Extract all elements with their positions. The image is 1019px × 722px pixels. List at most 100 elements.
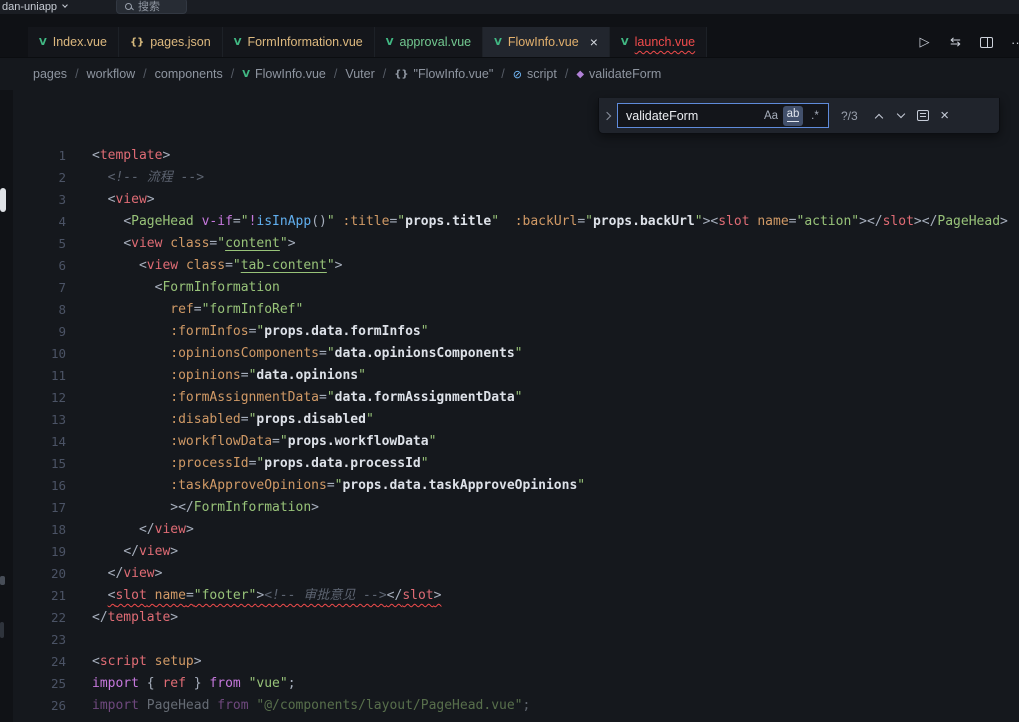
tab-approval.vue[interactable]: Vapproval.vue (375, 27, 483, 57)
code-line[interactable]: 4 <PageHead v-if="!isInApp()" :title="pr… (0, 211, 1019, 233)
code-token: name (757, 214, 788, 229)
code-line[interactable]: 22</template> (0, 607, 1019, 629)
code-token: ></ (170, 500, 193, 515)
code-line[interactable]: 6 <view class="tab-content"> (0, 255, 1019, 277)
code-token: </ (108, 566, 124, 581)
code-token: :processId (170, 456, 248, 471)
code-token: " (280, 236, 288, 251)
code-token: > (162, 148, 170, 163)
code-token: < (123, 214, 131, 229)
tab-launch.vue[interactable]: Vlaunch.vue (610, 27, 707, 57)
code-token: :formAssignmentData (170, 390, 319, 405)
code-token (178, 258, 186, 273)
breadcrumb-item[interactable]: components (155, 67, 223, 81)
find-in-selection-button[interactable] (912, 105, 934, 127)
code-token: = (327, 478, 335, 493)
code-token: " (241, 214, 249, 229)
find-input[interactable]: validateForm Aa ab .* (617, 103, 829, 128)
breadcrumb-item[interactable]: VFlowInfo.vue (242, 67, 326, 81)
code-line[interactable]: 8 ref="formInfoRef" (0, 299, 1019, 321)
code-line[interactable]: 3 <view> (0, 189, 1019, 211)
code-line[interactable]: 2 <!-- 流程 --> (0, 167, 1019, 189)
code-line[interactable]: 9 :formInfos="props.data.formInfos" (0, 321, 1019, 343)
code-line[interactable]: 26import PageHead from "@/components/lay… (0, 695, 1019, 717)
regex-button[interactable]: .* (805, 106, 825, 126)
editor-actions: ▷ ⇆ ··· (917, 27, 1019, 57)
code-token: = (577, 214, 585, 229)
code-token: view (131, 236, 162, 251)
code-line-content: ></FormInformation> (66, 497, 319, 519)
find-toggle-replace-button[interactable] (599, 98, 614, 133)
code-line[interactable]: 20 </view> (0, 563, 1019, 585)
whole-word-button[interactable]: ab (783, 106, 803, 126)
code-token: = (319, 346, 327, 361)
find-next-button[interactable] (890, 105, 912, 127)
breadcrumb-item[interactable]: pages (33, 67, 67, 81)
code-line[interactable]: 23 (0, 629, 1019, 651)
tab-close-icon[interactable]: × (590, 35, 598, 49)
code-token: view (123, 566, 154, 581)
editor-pane[interactable]: 1<template>2 <!-- 流程 -->3 <view>4 <PageH… (0, 90, 1019, 722)
code-line[interactable]: 24<script setup> (0, 651, 1019, 673)
code-token: >< (703, 214, 719, 229)
search-icon (125, 3, 132, 10)
title-search-box[interactable]: 搜索 (116, 0, 187, 14)
code-line-content: <FormInformation (66, 277, 280, 299)
breadcrumb-item[interactable]: Vuter (345, 67, 374, 81)
code-line[interactable]: 12 :formAssignmentData="data.formAssignm… (0, 387, 1019, 409)
code-line[interactable]: 13 :disabled="props.disabled" (0, 409, 1019, 431)
code-line[interactable]: 1<template> (0, 145, 1019, 167)
code-token: = (225, 258, 233, 273)
find-previous-button[interactable] (868, 105, 890, 127)
code-token: tab-content (241, 258, 327, 273)
more-icon[interactable]: ··· (1010, 35, 1019, 50)
code-line[interactable]: 16 :taskApproveOpinions="props.data.task… (0, 475, 1019, 497)
tab-FlowInfo.vue[interactable]: VFlowInfo.vue× (483, 27, 610, 57)
breadcrumb-item[interactable]: ◆validateForm (576, 67, 661, 81)
code-token: " (327, 346, 335, 361)
breadcrumb-item[interactable]: ⊘script (513, 67, 557, 81)
code-line[interactable]: 7 <FormInformation (0, 277, 1019, 299)
code-line[interactable]: 19 </view> (0, 541, 1019, 563)
code-line-content: :processId="props.data.processId" (66, 453, 429, 475)
breadcrumb-item[interactable]: {}"FlowInfo.vue" (394, 67, 493, 81)
code-token: } (194, 676, 202, 691)
code-token: props.data.taskApproveOpinions (342, 478, 577, 493)
code-token: PageHead (147, 698, 210, 713)
code-line[interactable]: 21 <slot name="footer"><!-- 审批意见 --></sl… (0, 585, 1019, 607)
find-in-selection-icon (917, 110, 929, 121)
tab-pages.json[interactable]: {}pages.json (119, 27, 223, 57)
code-token: " (397, 214, 405, 229)
code-line[interactable]: 25import { ref } from "vue"; (0, 673, 1019, 695)
code-token (139, 676, 147, 691)
code-token: = (233, 214, 241, 229)
open-changes-icon[interactable]: ⇆ (948, 34, 963, 50)
code-line-content: import { ref } from "vue"; (66, 673, 296, 695)
code-token (139, 698, 147, 713)
code-token: = (186, 588, 194, 603)
code-line[interactable]: 11 :opinions="data.opinions" (0, 365, 1019, 387)
code-line[interactable]: 5 <view class="content"> (0, 233, 1019, 255)
code-token: PageHead (937, 214, 1000, 229)
title-bar: dan-uniapp 搜索 (0, 0, 1019, 14)
code-token: FormInformation (194, 500, 311, 515)
code-token: </ (387, 588, 403, 603)
split-editor-icon[interactable] (979, 37, 994, 48)
code-line[interactable]: 10 :opinionsComponents="data.opinionsCom… (0, 343, 1019, 365)
code-line[interactable]: 14 :workflowData="props.workflowData" (0, 431, 1019, 453)
code-line[interactable]: 15 :processId="props.data.processId" (0, 453, 1019, 475)
find-query-text: validateForm (626, 109, 759, 123)
code-token: :formInfos (170, 324, 248, 339)
code-line[interactable]: 17 ></FormInformation> (0, 497, 1019, 519)
code-line[interactable]: 18 </view> (0, 519, 1019, 541)
run-icon[interactable]: ▷ (917, 34, 932, 50)
code-token: "footer" (194, 588, 257, 603)
match-case-button[interactable]: Aa (761, 106, 781, 126)
find-close-button[interactable]: × (934, 105, 956, 127)
code-token: import (92, 698, 139, 713)
tab-Index.vue[interactable]: VIndex.vue (28, 27, 119, 57)
tab-FormInformation.vue[interactable]: VFormInformation.vue (223, 27, 375, 57)
breadcrumb-item[interactable]: workflow (87, 67, 136, 81)
workspace-menu[interactable]: dan-uniapp (2, 0, 67, 14)
code-token: " (327, 258, 335, 273)
